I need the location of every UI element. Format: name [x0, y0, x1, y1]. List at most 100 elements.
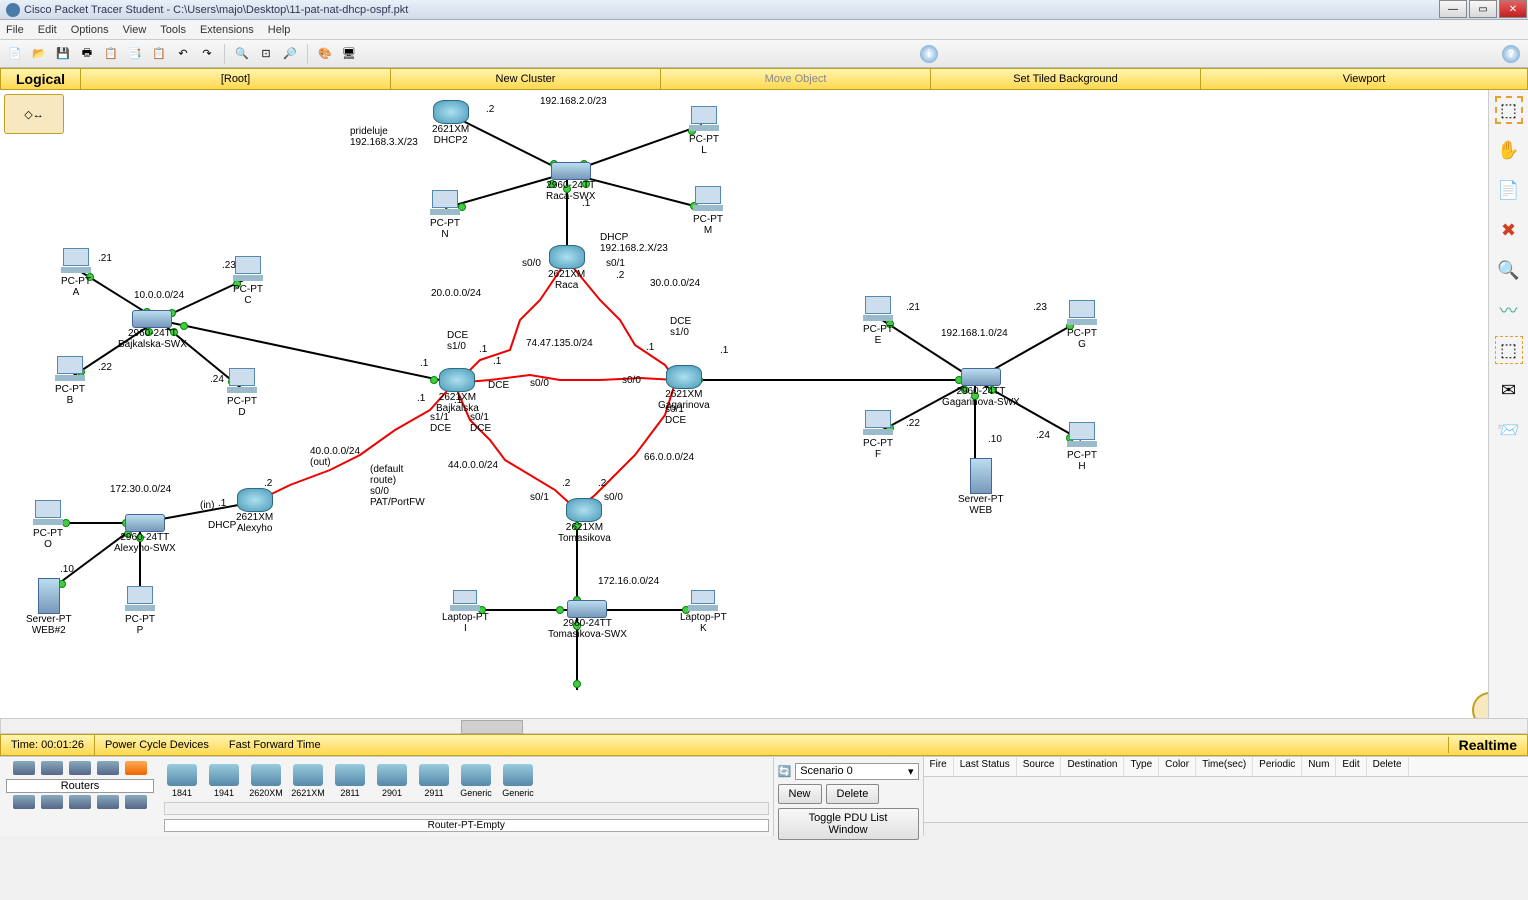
switch-tomasikova[interactable]: 2960-24TTTomasikova-SWX [548, 600, 627, 640]
menu-tools[interactable]: Tools [160, 24, 186, 36]
toggle-pdu-button[interactable]: Toggle PDU List Window [778, 808, 919, 840]
col-delete[interactable]: Delete [1367, 757, 1409, 776]
router-raca[interactable]: 2621XMRaca [548, 245, 585, 291]
pc-o[interactable]: PC-PTO [30, 500, 66, 550]
delete-tool-icon[interactable]: ✖ [1495, 216, 1523, 244]
pc-g[interactable]: PC-PTG [1064, 300, 1100, 350]
switch-gagarinova[interactable]: 2960-24TTGagarinova-SWX [942, 368, 1020, 408]
col-num[interactable]: Num [1302, 757, 1336, 776]
pc-n[interactable]: PC-PTN [427, 190, 463, 240]
scenario-refresh-icon[interactable]: 🔄 [778, 765, 792, 778]
menu-edit[interactable]: Edit [38, 24, 57, 36]
select-tool-icon[interactable]: ⬚ [1495, 96, 1523, 124]
power-cycle-button[interactable]: Power Cycle Devices [95, 735, 219, 755]
pc-b[interactable]: PC-PTB [52, 356, 88, 406]
pc-p[interactable]: PC-PTP [122, 586, 158, 636]
cat-end-icon[interactable] [13, 795, 35, 809]
laptop-k[interactable]: Laptop-PTK [680, 590, 727, 634]
navigation-cluster-icon[interactable]: ◇↔ [4, 94, 64, 134]
pc-l[interactable]: PC-PTL [686, 106, 722, 156]
hand-tool-icon[interactable]: ✋ [1495, 136, 1523, 164]
col-type[interactable]: Type [1124, 757, 1159, 776]
menu-options[interactable]: Options [71, 24, 109, 36]
cat-switches-icon[interactable] [41, 761, 63, 775]
pc-d[interactable]: PC-PTD [224, 368, 260, 418]
zoomreset-icon[interactable]: ⊡ [255, 43, 277, 65]
save-icon[interactable]: 💾 [52, 43, 74, 65]
device-item-1841[interactable]: 1841 [164, 764, 200, 798]
pdu-hscroll[interactable] [924, 822, 1528, 836]
nav-root[interactable]: [Root] [81, 69, 391, 89]
nav-logical[interactable]: Logical [1, 69, 81, 89]
col-edit[interactable]: Edit [1336, 757, 1366, 776]
nav-move-object[interactable]: Move Object [661, 69, 931, 89]
cat-multi-icon[interactable] [125, 795, 147, 809]
col-last[interactable]: Last Status [954, 757, 1017, 776]
maximize-button[interactable]: ▭ [1469, 0, 1497, 18]
cat-hubs-icon[interactable] [69, 761, 91, 775]
custom-icon[interactable]: 🖥 [338, 43, 360, 65]
draw-palette-icon[interactable]: 🎨 [314, 43, 336, 65]
col-source[interactable]: Source [1017, 757, 1062, 776]
info-icon[interactable]: i [920, 45, 938, 63]
pc-e[interactable]: PC-PTE [860, 296, 896, 346]
switch-bajkalska[interactable]: 2960-24TTBajkalska-SWX [118, 310, 187, 350]
redo-icon[interactable]: ↷ [196, 43, 218, 65]
device-scrollbar[interactable] [164, 802, 769, 815]
col-dest[interactable]: Destination [1061, 757, 1124, 776]
cat-wan-icon[interactable] [69, 795, 91, 809]
nav-new-cluster[interactable]: New Cluster [391, 69, 661, 89]
undo-icon[interactable]: ↶ [172, 43, 194, 65]
inspect-tool-icon[interactable]: 🔍 [1495, 256, 1523, 284]
copy-icon[interactable]: 📑 [124, 43, 146, 65]
nav-viewport[interactable]: Viewport [1201, 69, 1527, 89]
server-web2[interactable]: Server-PTWEB#2 [26, 578, 72, 636]
router-alexyho[interactable]: 2621XMAlexyho [236, 488, 273, 534]
horizontal-scrollbar[interactable] [0, 718, 1528, 734]
device-item-2811[interactable]: 2811 [332, 764, 368, 798]
draw-tool-icon[interactable]: 〰 [1495, 296, 1523, 324]
simple-pdu-icon[interactable]: ✉ [1495, 376, 1523, 404]
topology-workspace[interactable]: ◇↔ [0, 90, 1488, 718]
switch-alexyho[interactable]: 2960-24TTAlexyho-SWX [114, 514, 176, 554]
close-button[interactable]: ✕ [1499, 0, 1527, 18]
col-timesec[interactable]: Time(sec) [1196, 757, 1253, 776]
cat-connections-icon[interactable] [125, 761, 147, 775]
new-icon[interactable]: 📄 [4, 43, 26, 65]
zoomin-icon[interactable]: 🔍 [231, 43, 253, 65]
minimize-button[interactable]: — [1439, 0, 1467, 18]
menu-view[interactable]: View [123, 24, 147, 36]
router-bajkalska[interactable]: 2621XMBajkalska [436, 368, 479, 414]
device-item-2620xm[interactable]: 2620XM [248, 764, 284, 798]
zoomout-icon[interactable]: 🔎 [279, 43, 301, 65]
pc-m[interactable]: PC-PTM [690, 186, 726, 236]
menu-file[interactable]: File [6, 24, 24, 36]
paste-icon[interactable]: 📋 [148, 43, 170, 65]
wizard-icon[interactable]: 📋 [100, 43, 122, 65]
server-web[interactable]: Server-PTWEB [958, 458, 1004, 516]
device-item-2621xm[interactable]: 2621XM [290, 764, 326, 798]
realtime-tab[interactable]: Realtime [1448, 737, 1527, 753]
pc-h[interactable]: PC-PTH [1064, 422, 1100, 472]
cat-wireless-icon[interactable] [97, 761, 119, 775]
resize-tool-icon[interactable]: ⬚ [1495, 336, 1523, 364]
device-item-2901[interactable]: 2901 [374, 764, 410, 798]
pc-f[interactable]: PC-PTF [860, 410, 896, 460]
scenario-new-button[interactable]: New [778, 784, 822, 804]
router-dhcp2[interactable]: 2621XMDHCP2 [432, 100, 469, 146]
device-item-generic[interactable]: Generic [500, 764, 536, 798]
laptop-i[interactable]: Laptop-PTI [442, 590, 489, 634]
col-fire[interactable]: Fire [924, 757, 954, 776]
cat-custom-icon[interactable] [97, 795, 119, 809]
switch-raca[interactable]: 2960-24TTRaca-SWX [546, 162, 595, 202]
fast-forward-button[interactable]: Fast Forward Time [219, 735, 331, 755]
cat-routers-icon[interactable] [13, 761, 35, 775]
print-icon[interactable]: 🖶 [76, 43, 98, 65]
device-item-1941[interactable]: 1941 [206, 764, 242, 798]
help-icon[interactable]: ? [1502, 45, 1520, 63]
realtime-clock-icon[interactable] [1472, 692, 1488, 718]
device-item-generic[interactable]: Generic [458, 764, 494, 798]
scenario-select[interactable]: Scenario 0▾ [795, 763, 918, 780]
cat-security-icon[interactable] [41, 795, 63, 809]
menu-extensions[interactable]: Extensions [200, 24, 254, 36]
